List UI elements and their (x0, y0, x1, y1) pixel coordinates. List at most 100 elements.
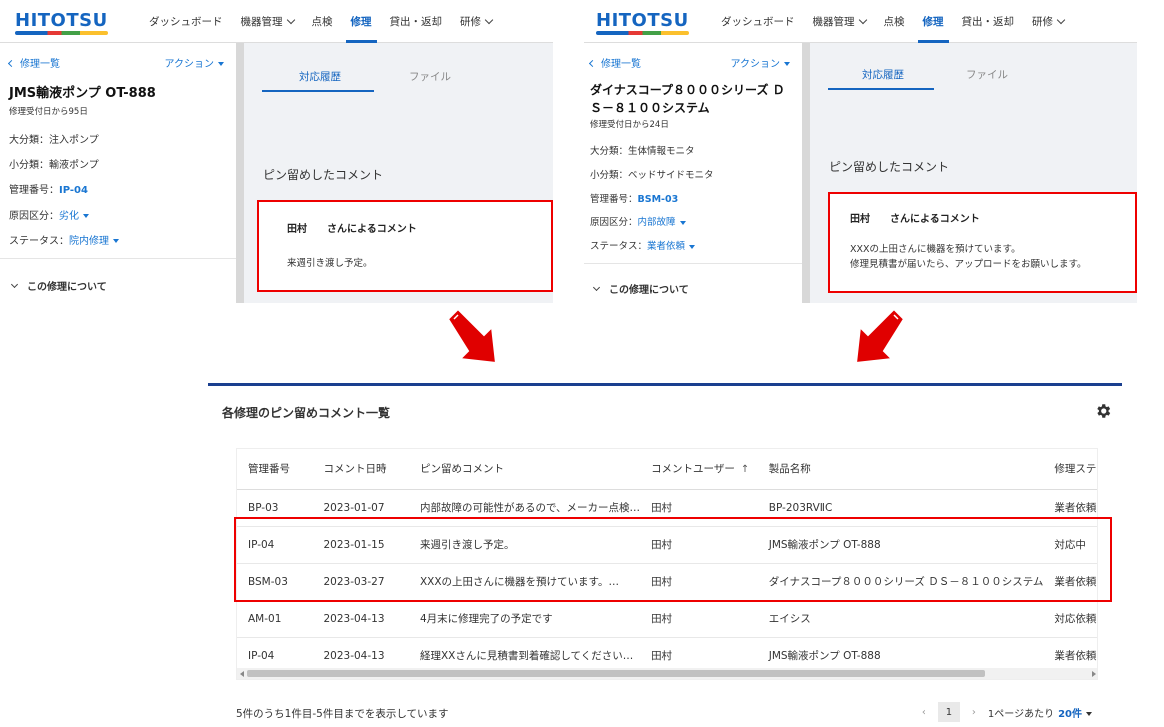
repair-detail-sidebar: 修理一覧 アクション JMS輸液ポンプ OT-888 修理受付日から95日 大分… (0, 43, 236, 303)
tab-files[interactable]: ファイル (966, 67, 1008, 82)
pinned-comment-card: 田村 さんによるコメント 来週引き渡し予定。 (257, 200, 553, 292)
nav-repair[interactable]: 修理 (342, 0, 381, 43)
nav-equipment[interactable]: 機器管理 (804, 0, 875, 43)
repair-status: ステータス：業者依頼 (590, 238, 696, 252)
nav-training[interactable]: 研修 (451, 0, 501, 43)
nav-lending[interactable]: 貸出・返却 (953, 0, 1024, 43)
cause-category: 原因区分：劣化 (9, 207, 89, 222)
status-dropdown[interactable]: 業者依頼 (647, 241, 696, 252)
prev-page-icon[interactable]: ‹ (914, 702, 934, 722)
arrow-down-icon (854, 307, 906, 365)
nav-equipment[interactable]: 機器管理 (232, 0, 303, 43)
comments-table: 管理番号 コメント日時 ピン留めコメント コメントユーザー ↑ 製品名称 修理ステ… (236, 448, 1098, 680)
caret-down-icon (689, 244, 696, 249)
chevron-down-icon (484, 15, 494, 25)
pinned-comments-panel: 各修理のピン留めコメント一覧 管理番号 コメント日時 ピン留めコメント コメント… (208, 383, 1122, 727)
page-number-current[interactable]: 1 (937, 702, 960, 722)
comment-author: 田村 さんによるコメント (287, 224, 417, 235)
divider (0, 258, 236, 259)
col-management-number[interactable]: 管理番号 (237, 449, 313, 490)
comment-body: XXXの上田さんに機器を預けています。 修理見積書が届いたら、アップロードをお願… (850, 244, 1087, 270)
cause-dropdown[interactable]: 内部故障 (638, 217, 686, 228)
arrow-down-icon (446, 307, 498, 365)
caret-down-icon (83, 214, 89, 218)
nav-inspection[interactable]: 点検 (875, 0, 914, 43)
scroll-left-icon[interactable] (240, 671, 244, 677)
pinned-comment-card: 田村 さんによるコメント XXXの上田さんに機器を預けています。 修理見積書が届… (828, 192, 1137, 293)
comment-author: 田村 さんによるコメント (850, 214, 980, 225)
nav-dashboard[interactable]: ダッシュボード (140, 0, 232, 43)
panel-title: 各修理のピン留めコメント一覧 (222, 406, 391, 420)
nav-dashboard[interactable]: ダッシュボード (712, 0, 804, 43)
sort-ascending-icon: ↑ (740, 464, 750, 476)
col-pinned-comment[interactable]: ピン留めコメント (408, 449, 641, 490)
per-page-select[interactable]: 20件 (1058, 705, 1092, 720)
left-screen: HITOTSU ダッシュボード 機器管理 点検 修理 貸出・返却 研修 修理一覧… (0, 0, 553, 303)
main-nav: ダッシュボード 機器管理 点検 修理 貸出・返却 研修 (140, 0, 501, 43)
results-summary: 5件のうち1件目-5件目までを表示しています (236, 708, 449, 720)
major-category: 大分類：生体情報モニタ (590, 146, 695, 157)
product-title: JMS輸液ポンプ OT-888 (9, 86, 156, 101)
active-tab-indicator (262, 90, 374, 92)
scroll-right-icon[interactable] (1092, 671, 1096, 677)
action-dropdown[interactable]: アクション (731, 55, 790, 70)
horizontal-scrollbar[interactable] (237, 668, 1097, 679)
detail-tabs: 対応履歴 ファイル (810, 43, 1137, 93)
hitotsu-logo[interactable]: HITOTSU (596, 10, 689, 35)
comment-body: 来週引き渡し予定。 (287, 258, 373, 269)
back-to-repair-list-link[interactable]: 修理一覧 (588, 55, 641, 70)
gear-icon[interactable] (1094, 402, 1112, 420)
caret-down-icon (218, 62, 224, 66)
major-category: 大分類：注入ポンプ (9, 135, 99, 146)
top-nav-bar: HITOTSU ダッシュボード 機器管理 点検 修理 貸出・返却 研修 (584, 0, 1137, 43)
management-number-link[interactable]: BSM-03 (638, 194, 679, 205)
tab-history[interactable]: 対応履歴 (299, 69, 341, 84)
col-comment-date[interactable]: コメント日時 (312, 449, 409, 490)
product-title-line-2: Ｓ－８１００システム (590, 101, 710, 115)
chevron-down-icon (10, 280, 19, 289)
col-product-name[interactable]: 製品名称 (757, 449, 1044, 490)
col-repair-status[interactable]: 修理ステータス (1043, 449, 1097, 490)
caret-down-icon (784, 62, 790, 66)
cause-dropdown[interactable]: 劣化 (59, 211, 89, 222)
caret-down-icon (679, 220, 686, 225)
nav-lending[interactable]: 貸出・返却 (381, 0, 452, 43)
nav-training[interactable]: 研修 (1023, 0, 1073, 43)
table-row[interactable]: BP-03 2023-01-07 内部故障の可能性があるので、メーカー点検… 田村 BP… (237, 489, 1097, 527)
table-row[interactable]: BSM-03 2023-03-27 XXXの上田さんに機器を預けています。… 田村 ダイ… (237, 563, 1097, 601)
scrollbar-thumb[interactable] (247, 670, 985, 677)
chevron-down-icon (592, 283, 601, 292)
management-number-link[interactable]: IP-04 (59, 185, 88, 196)
table-row[interactable]: AM-01 2023-04-13 4月末に修理完了の予定です 田村 エイシス 対応依頼 (237, 600, 1097, 638)
about-repair-toggle[interactable]: この修理について (10, 278, 107, 293)
days-since-received: 修理受付日から24日 (590, 120, 669, 130)
table-row[interactable]: IP-04 2023-01-15 来週引き渡し予定。 田村 JMS輸液ポンプ OT-88… (237, 526, 1097, 564)
per-page-label: 1ページあたり (987, 708, 1055, 720)
tab-files[interactable]: ファイル (409, 69, 451, 84)
action-dropdown[interactable]: アクション (165, 55, 224, 70)
table-header-row: 管理番号 コメント日時 ピン留めコメント コメントユーザー ↑ 製品名称 修理ステ… (237, 449, 1097, 490)
pinned-comments-heading: ピン留めしたコメント (263, 168, 384, 182)
repair-status: ステータス：院内修理 (9, 232, 119, 247)
main-nav: ダッシュボード 機器管理 点検 修理 貸出・返却 研修 (712, 0, 1073, 43)
tab-history[interactable]: 対応履歴 (862, 67, 904, 82)
about-repair-toggle[interactable]: この修理について (592, 281, 689, 296)
back-to-repair-list-link[interactable]: 修理一覧 (7, 55, 60, 70)
management-number: 管理番号：IP-04 (9, 185, 88, 196)
sidebar-scrollbar[interactable] (236, 43, 244, 303)
management-number: 管理番号：BSM-03 (590, 194, 679, 205)
nav-inspection[interactable]: 点検 (303, 0, 342, 43)
days-since-received: 修理受付日から95日 (9, 107, 88, 117)
status-dropdown[interactable]: 院内修理 (69, 236, 119, 247)
cause-category: 原因区分：内部故障 (590, 214, 686, 228)
next-page-icon[interactable]: › (964, 702, 984, 722)
col-comment-user[interactable]: コメントユーザー ↑ (640, 449, 758, 490)
right-screen: HITOTSU ダッシュボード 機器管理 点検 修理 貸出・返却 研修 修理一覧… (584, 0, 1137, 303)
nav-repair[interactable]: 修理 (914, 0, 953, 43)
divider (584, 263, 802, 264)
minor-category: 小分類：ベッドサイドモニタ (590, 170, 714, 181)
chevron-down-icon (1056, 15, 1066, 25)
hitotsu-logo[interactable]: HITOTSU (15, 10, 108, 35)
sidebar-scrollbar[interactable] (802, 43, 810, 303)
chevron-left-icon (7, 59, 16, 68)
